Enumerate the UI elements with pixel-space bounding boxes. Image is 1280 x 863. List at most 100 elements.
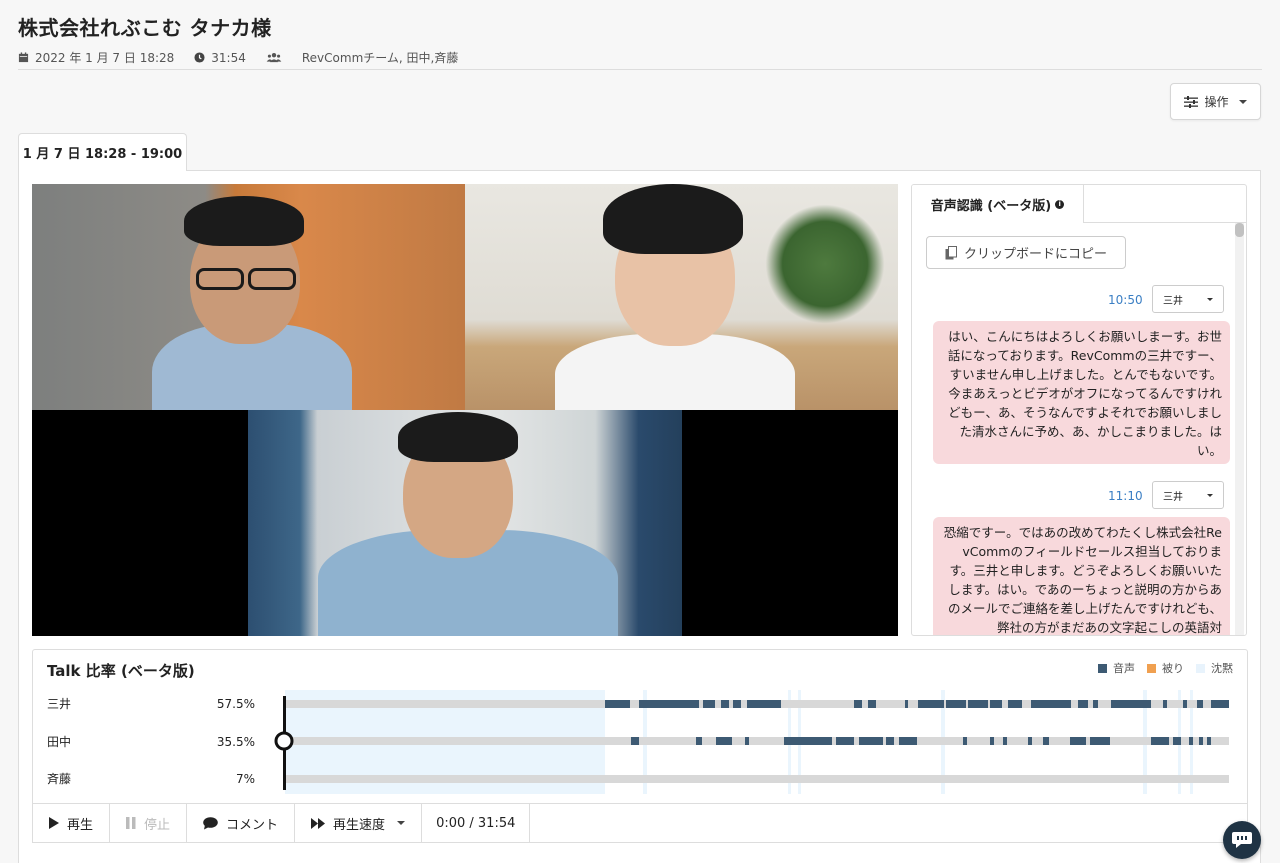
participant-video-2 [465, 184, 898, 410]
speech-segment-8 [905, 700, 908, 708]
stop-button[interactable]: 停止 [110, 804, 188, 842]
chat-support-button[interactable] [1223, 821, 1261, 859]
message-time: 10:50 [1108, 293, 1143, 307]
message-bubble: はい、こんにちはよろしくお願いしまーす。お世話になっております。RevCommの… [933, 321, 1230, 464]
speech-segment-34 [1028, 737, 1032, 745]
page-header: 株式会社れぶこむ タナカ様 2022 年 1 月 7 日 18:28 31:54… [18, 12, 1262, 70]
speech-segment-38 [1151, 737, 1169, 745]
speech-segment-18 [1163, 700, 1167, 708]
speech-segment-37 [1090, 737, 1110, 745]
users-icon [266, 53, 282, 63]
meeting-date: 2022 年 1 月 7 日 18:28 [35, 51, 175, 65]
scrollbar-track[interactable] [1235, 223, 1244, 635]
info-icon[interactable]: i [1055, 199, 1065, 209]
track-bg [285, 737, 1229, 745]
speech-segment-23 [696, 737, 702, 745]
speech-segment-3 [721, 700, 729, 708]
speech-segment-40 [1189, 737, 1193, 745]
speaker-select[interactable]: 三井 [1152, 481, 1224, 509]
participant-video-1 [32, 184, 465, 410]
speech-segment-2 [703, 700, 715, 708]
speaker-name: 斉藤 [47, 771, 71, 786]
comment-icon [203, 816, 218, 829]
speech-segment-16 [1093, 700, 1098, 708]
tab-speech-recognition-label: 音声認識 (ベータ版) [930, 198, 1052, 214]
speech-segment-36 [1070, 737, 1086, 745]
speaker-ratio: 57.5% [217, 697, 255, 711]
playhead-handle[interactable] [274, 731, 294, 751]
speaker-name: 三井 [47, 697, 71, 711]
page-title: 株式会社れぶこむ タナカ様 [18, 16, 272, 40]
speech-segment-27 [836, 737, 854, 745]
speech-segment-35 [1043, 737, 1049, 745]
speaker-name: 田中 [47, 734, 71, 749]
speech-segment-30 [899, 737, 917, 745]
copy-clipboard-button[interactable]: クリップボードにコピー [926, 236, 1126, 269]
fast-forward-icon [311, 817, 326, 829]
speech-segment-21 [1211, 700, 1229, 708]
operations-label: 操作 [1204, 95, 1229, 109]
speaker-select-value: 三井 [1163, 295, 1183, 307]
tab-speech-recognition[interactable]: 音声認識 (ベータ版) i [912, 185, 1084, 223]
speech-segment-1 [639, 700, 699, 708]
speech-segment-42 [1207, 737, 1211, 745]
track-bg [285, 775, 1229, 783]
speech-segment-5 [747, 700, 781, 708]
meta-row: 2022 年 1 月 7 日 18:28 31:54 RevCommチーム, 田… [18, 49, 1262, 66]
speech-segment-26 [784, 737, 832, 745]
speech-segment-24 [716, 737, 732, 745]
scrollbar-thumb[interactable] [1235, 223, 1244, 237]
speech-segment-11 [968, 700, 988, 708]
participants: RevCommチーム, 田中,斉藤 [301, 51, 459, 65]
speech-segment-6 [854, 700, 862, 708]
message-bubble: 恐縮ですー。ではあの改めてわたくし株式会社RevCommのフィールドセールス担当… [933, 517, 1230, 635]
speech-segment-4 [733, 700, 741, 708]
transcript-panel: 音声認識 (ベータ版) i クリップボードにコピー 10:50 三井 はい、こん… [911, 184, 1247, 636]
speech-segment-39 [1173, 737, 1181, 745]
comment-label: コメント [226, 817, 279, 833]
chevron-down-icon [1207, 298, 1213, 301]
speed-label: 再生速度 [333, 817, 386, 833]
chevron-down-icon [1207, 494, 1213, 497]
speech-segment-20 [1197, 700, 1203, 708]
speaker-ratio: 35.5% [217, 735, 255, 749]
play-button[interactable]: 再生 [33, 804, 111, 842]
speech-segment-41 [1199, 737, 1203, 745]
speech-segment-7 [868, 700, 876, 708]
participant-video-3 [248, 410, 682, 636]
comment-button[interactable]: コメント [187, 804, 296, 842]
speech-segment-17 [1111, 700, 1151, 708]
speech-segment-9 [918, 700, 944, 708]
calendar-icon [18, 52, 29, 63]
chevron-down-icon [1238, 99, 1247, 104]
speech-segment-28 [859, 737, 883, 745]
transcript-scroll[interactable]: クリップボードにコピー 10:50 三井 はい、こんにちはよろしくお願いしまーす… [912, 223, 1236, 635]
copy-icon [945, 245, 957, 259]
video-player[interactable] [32, 184, 898, 636]
talk-timeline[interactable]: 三井 57.5% 田中 35.5% 斉藤 7% [33, 650, 1249, 806]
clock-icon [194, 52, 205, 63]
speaker-select-value: 三井 [1163, 491, 1183, 503]
speech-segment-19 [1183, 700, 1187, 708]
chevron-down-icon [397, 821, 406, 825]
sliders-icon [1184, 95, 1199, 108]
speech-segment-13 [1008, 700, 1022, 708]
speech-segment-29 [886, 737, 894, 745]
speech-segment-15 [1078, 700, 1088, 708]
message-time: 11:10 [1108, 489, 1143, 503]
speech-segment-14 [1031, 700, 1071, 708]
speech-segment-12 [990, 700, 1002, 708]
playback-speed-dropdown[interactable]: 再生速度 [295, 804, 423, 842]
chat-icon [1232, 832, 1252, 848]
session-tab[interactable]: 1 月 7 日 18:28 - 19:00 [18, 133, 187, 171]
operations-dropdown[interactable]: 操作 [1170, 83, 1261, 120]
time-readout: 0:00 / 31:54 [422, 804, 531, 842]
speech-segment-31 [963, 737, 967, 745]
play-label: 再生 [67, 817, 94, 833]
speech-segment-32 [990, 737, 994, 745]
speech-segment-10 [946, 700, 966, 708]
speaker-select[interactable]: 三井 [1152, 285, 1224, 313]
player-controls: 再生 停止 コメント 再生速度 0:00 / 31:54 [32, 803, 1248, 843]
speech-segment-22 [631, 737, 639, 745]
speech-segment-0 [605, 700, 630, 708]
